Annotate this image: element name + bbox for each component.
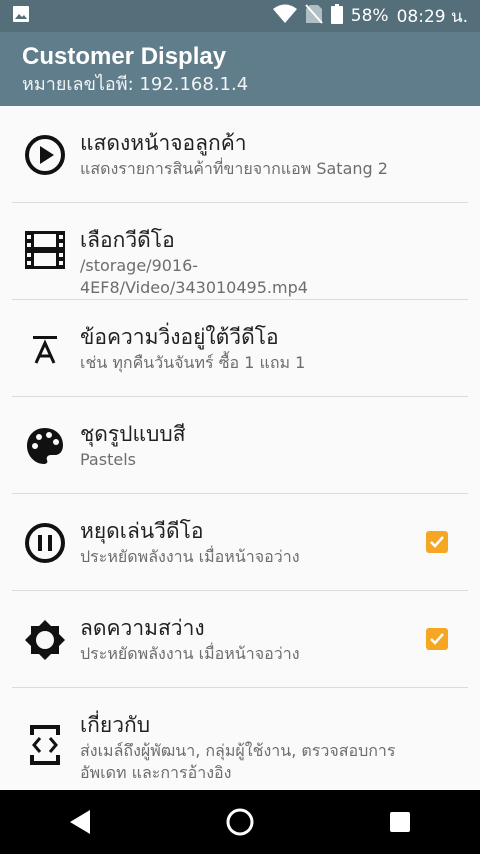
brightness-icon bbox=[22, 617, 68, 663]
setting-title: หยุดเล่นวีดีโอ bbox=[80, 519, 204, 543]
checkmark-icon bbox=[430, 536, 444, 548]
status-bar: 58% 08:29 น. bbox=[0, 0, 480, 32]
reduce-brightness-checkbox[interactable] bbox=[426, 628, 448, 650]
play-circle-icon bbox=[22, 132, 68, 178]
no-sim-icon bbox=[305, 3, 323, 29]
setting-summary: ส่งเมล์ถึงผู้พัฒนา, กลุ่มผู้ใช้งาน, ตรวจ… bbox=[80, 741, 396, 782]
pause-circle-icon bbox=[22, 520, 68, 566]
setting-color-theme[interactable]: ชุดรูปแบบสี Pastels bbox=[0, 397, 480, 494]
setting-title: ชุดรูปแบบสี bbox=[80, 422, 186, 446]
setting-marquee-text[interactable]: ข้อความวิ่งอยู่ใต้วีดีโอ เช่น ทุกคืนวันจ… bbox=[0, 300, 480, 397]
battery-percent: 58% bbox=[350, 6, 389, 26]
setting-pause-video[interactable]: หยุดเล่นวีดีโอ ประหยัดพลังงาน เมื่อหน้าจ… bbox=[0, 494, 480, 591]
setting-reduce-brightness[interactable]: ลดความสว่าง ประหยัดพลังงาน เมื่อหน้าจอว่… bbox=[0, 591, 480, 688]
home-button[interactable] bbox=[210, 792, 270, 852]
palette-icon bbox=[22, 423, 68, 469]
developer-mode-icon bbox=[22, 722, 68, 768]
recents-icon bbox=[390, 812, 410, 832]
text-format-icon bbox=[22, 326, 68, 372]
clock: 08:29 น. bbox=[396, 6, 468, 27]
setting-title: เกี่ยวกับ bbox=[80, 713, 151, 737]
setting-summary: ประหยัดพลังงาน เมื่อหน้าจอว่าง bbox=[80, 547, 300, 566]
image-notification-icon bbox=[12, 5, 30, 27]
setting-summary: เช่น ทุกคืนวันจันทร์ ซื้อ 1 แถม 1 bbox=[80, 353, 306, 372]
setting-title: แสดงหน้าจอลูกค้า bbox=[80, 131, 247, 155]
wifi-icon bbox=[272, 4, 297, 29]
app-bar: Customer Display หมายเลขไอพี: 192.168.1.… bbox=[0, 32, 480, 106]
setting-title: ลดความสว่าง bbox=[80, 616, 205, 640]
navigation-bar bbox=[0, 790, 480, 854]
recents-button[interactable] bbox=[370, 792, 430, 852]
film-icon bbox=[22, 227, 68, 273]
checkmark-icon bbox=[430, 633, 444, 645]
app-title: Customer Display bbox=[22, 43, 227, 70]
setting-title: เลือกวีดีโอ bbox=[80, 228, 175, 252]
pause-video-checkbox[interactable] bbox=[426, 531, 448, 553]
setting-title: ข้อความวิ่งอยู่ใต้วีดีโอ bbox=[80, 325, 279, 349]
back-icon bbox=[70, 810, 90, 834]
battery-icon bbox=[330, 3, 343, 29]
setting-summary: แสดงรายการสินค้าที่ขายจากแอพ Satang 2 bbox=[80, 159, 388, 178]
home-icon bbox=[226, 808, 254, 836]
setting-summary: /storage/9016-4EF8/Video/343010495.mp4 bbox=[80, 256, 308, 297]
setting-summary: ประหยัดพลังงาน เมื่อหน้าจอว่าง bbox=[80, 644, 300, 663]
setting-summary: Pastels bbox=[80, 450, 136, 469]
settings-list: แสดงหน้าจอลูกค้า แสดงรายการสินค้าที่ขายจ… bbox=[0, 106, 480, 790]
back-button[interactable] bbox=[50, 792, 110, 852]
ip-address-subtitle: หมายเลขไอพี: 192.168.1.4 bbox=[22, 74, 249, 95]
setting-select-video[interactable]: เลือกวีดีโอ /storage/9016-4EF8/Video/343… bbox=[0, 203, 480, 300]
setting-about[interactable]: เกี่ยวกับ ส่งเมล์ถึงผู้พัฒนา, กลุ่มผู้ใช… bbox=[0, 688, 480, 790]
setting-show-customer-display[interactable]: แสดงหน้าจอลูกค้า แสดงรายการสินค้าที่ขายจ… bbox=[0, 106, 480, 203]
